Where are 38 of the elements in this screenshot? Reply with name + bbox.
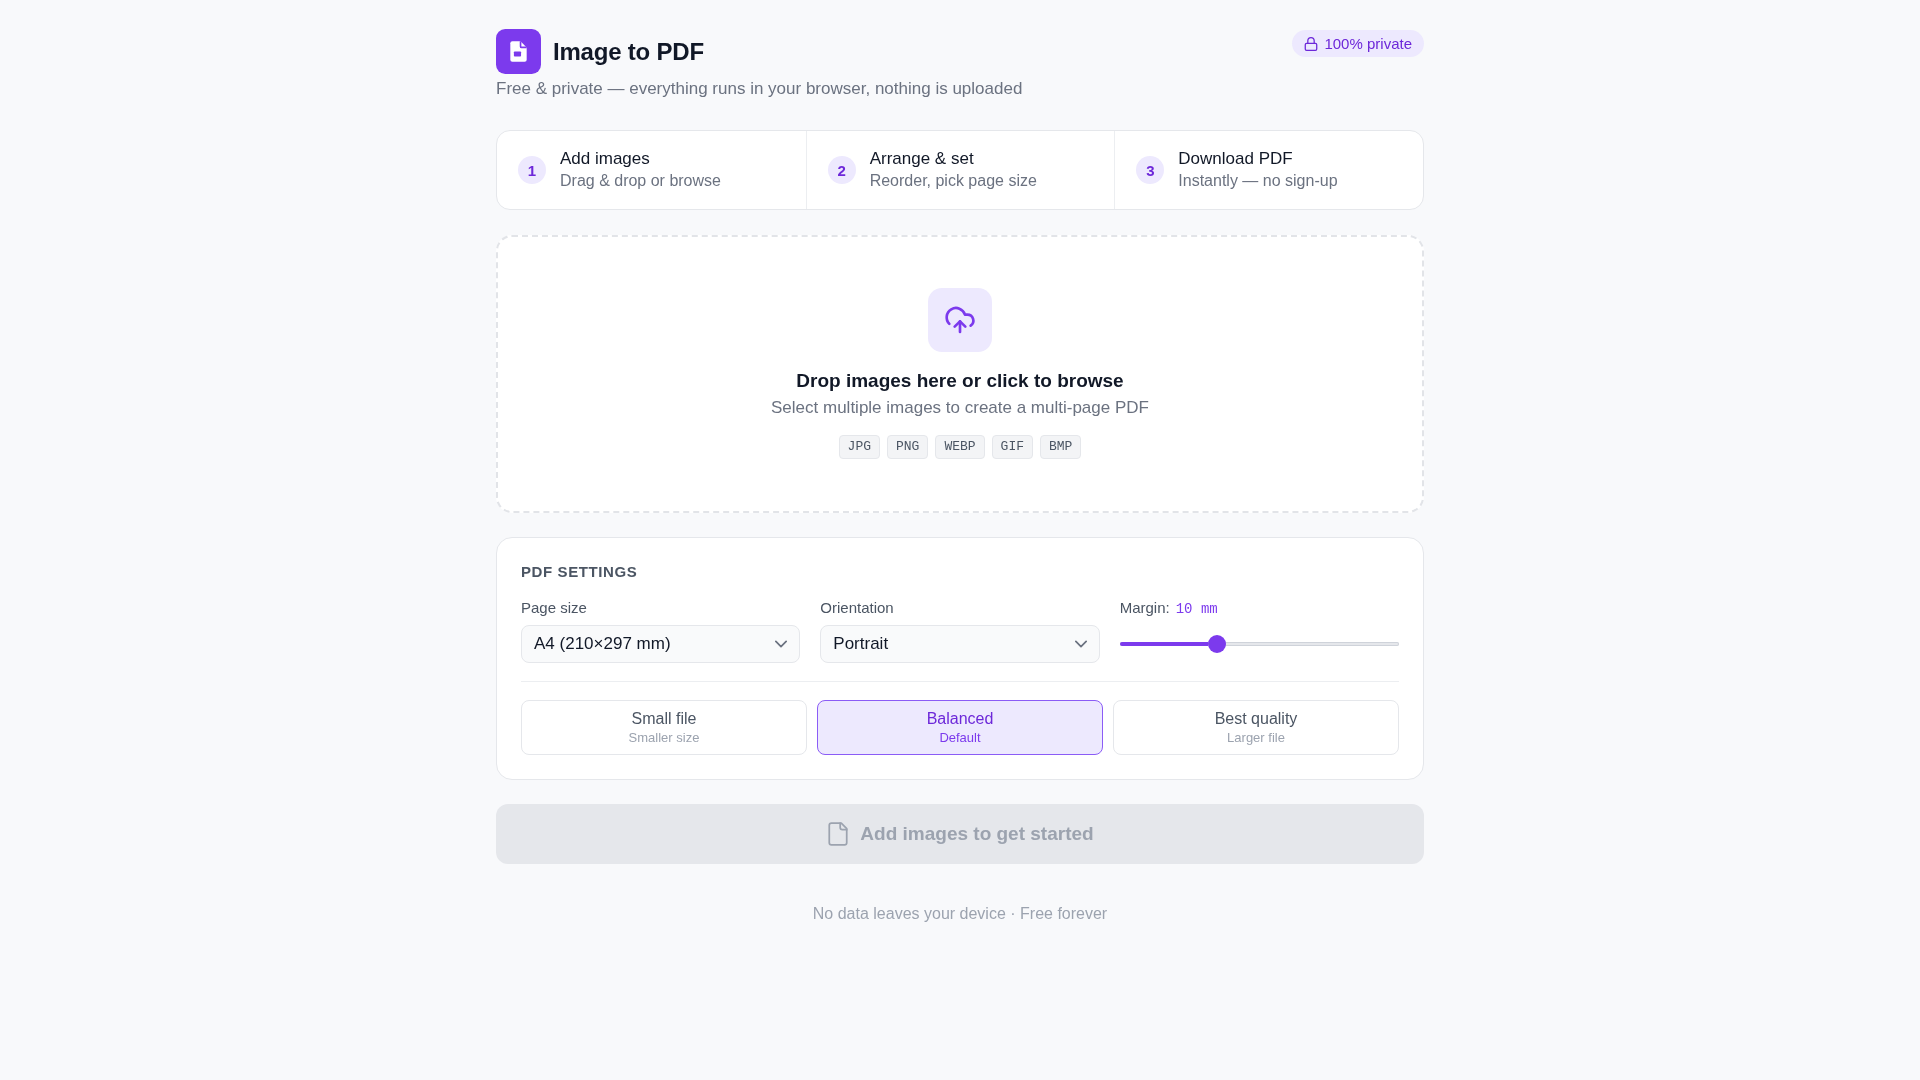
orientation-label: Orientation	[820, 598, 895, 618]
file-format-tag: GIF	[991, 435, 1033, 459]
file-format-tag: WEBP	[935, 435, 985, 459]
step-number: 2	[827, 156, 856, 184]
step-description: Drag & drop or browse	[560, 171, 721, 191]
drop-title: Drop images here or click to browse	[796, 369, 1124, 393]
privacy-text: 100% private	[1324, 35, 1412, 52]
page-size-label: Page size	[521, 598, 588, 618]
file-format-tag: BMP	[1040, 435, 1082, 459]
app-title: Image to PDF	[553, 37, 704, 66]
settings-title: PDF SETTINGS	[521, 562, 639, 582]
step-number: 1	[518, 156, 546, 184]
slider-thumb[interactable]	[1208, 635, 1227, 653]
document-icon	[496, 29, 541, 74]
step-description: Reorder, pick page size	[869, 171, 1037, 191]
app-subtitle: Free & private — everything runs in your browser, nothing is uploaded	[496, 78, 1024, 100]
chevron-down-icon	[1074, 638, 1087, 650]
file-format-tag: JPG	[838, 435, 880, 459]
step-title: Download PDF	[1178, 149, 1294, 169]
quality-option[interactable]: Small file Smaller size	[521, 700, 807, 755]
lock-icon	[1304, 36, 1319, 51]
orientation-select[interactable]: Portrait	[820, 625, 1100, 663]
page-size-select[interactable]: A4 (210×297 mm)	[521, 625, 801, 663]
footer-text: No data leaves your device · Free forever	[811, 904, 1109, 924]
step-title: Add images	[560, 149, 651, 169]
quality-option[interactable]: Balanced Default	[817, 700, 1103, 755]
step-number: 3	[1136, 156, 1165, 184]
drop-hint: Select multiple images to create a multi-page PDF	[771, 397, 1149, 419]
quality-option[interactable]: Best quality Larger file	[1113, 700, 1399, 755]
cloud-upload-icon	[928, 288, 992, 352]
file-format-tag: PNG	[887, 435, 929, 459]
margin-value: 10 mm	[1175, 601, 1218, 617]
step-description: Instantly — no sign-up	[1178, 171, 1338, 191]
margin-label: Margin:	[1119, 598, 1170, 618]
drop-zone[interactable]: Drop images here or click to browse Select multiple images to create a multi-page PDF JPG PNG WEBP GIF BMP	[496, 235, 1424, 513]
file-icon	[826, 822, 851, 846]
chevron-down-icon	[775, 638, 788, 650]
step-title: Arrange & set	[869, 149, 975, 169]
